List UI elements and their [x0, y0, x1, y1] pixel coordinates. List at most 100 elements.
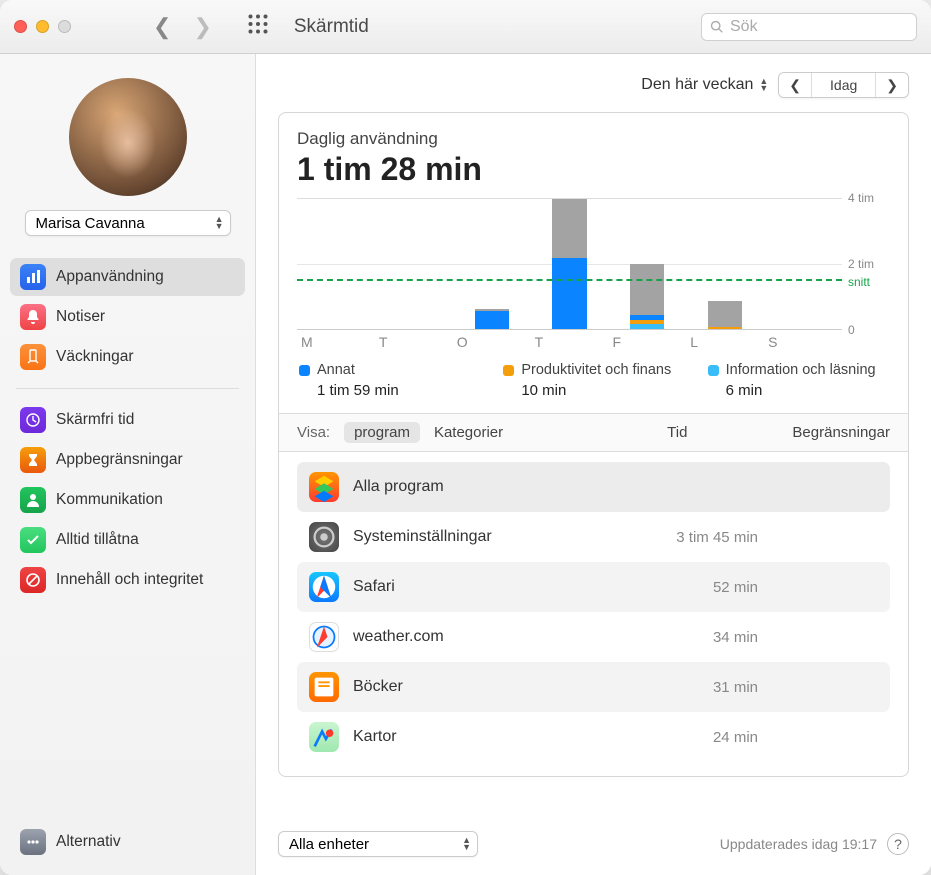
sidebar-item-allowed[interactable]: Alltid tillåtna	[10, 521, 245, 559]
sidebar-label: Kommunikation	[56, 491, 163, 509]
legend-item: Produktivitet och finans 10 min	[503, 362, 683, 399]
sidebar-item-content[interactable]: Innehåll och integritet	[10, 561, 245, 599]
app-time: 24 min	[713, 729, 758, 746]
app-row[interactable]: Alla program	[297, 462, 890, 512]
app-time: 34 min	[713, 629, 758, 646]
app-icon	[309, 522, 339, 552]
app-icon	[309, 622, 339, 652]
filter-limits-col: Begränsningar	[792, 424, 890, 441]
chart-bar[interactable]	[531, 199, 609, 329]
x-tick-label: F	[608, 334, 686, 350]
devices-select[interactable]: Alla enheter ▲▼	[278, 831, 478, 857]
today-button[interactable]: Idag	[811, 73, 875, 97]
x-tick-label: O	[453, 334, 531, 350]
legend-label: Annat	[317, 362, 355, 378]
app-row[interactable]: Böcker 31 min	[297, 662, 890, 712]
chart-bar[interactable]	[375, 199, 453, 329]
ellipsis-icon	[20, 829, 46, 855]
sidebar-label: Skärmfri tid	[56, 411, 134, 429]
app-row[interactable]: Systeminställningar3 tim 45 min	[297, 512, 890, 562]
search-placeholder: Sök	[730, 18, 758, 36]
filter-time-col: Tid	[667, 424, 687, 441]
filter-categories-tab[interactable]: Kategorier	[434, 424, 503, 441]
chevron-up-down-icon: ▲▼	[215, 216, 224, 230]
sidebar-item-notifications[interactable]: Notiser	[10, 298, 245, 336]
app-row[interactable]: Kartor 24 min	[297, 712, 890, 762]
app-name: Systeminställningar	[353, 528, 492, 546]
devices-label: Alla enheter	[289, 836, 369, 853]
x-tick-label: S	[764, 334, 842, 350]
chart-bar[interactable]	[686, 199, 764, 329]
sidebar-item-pickups[interactable]: Väckningar	[10, 338, 245, 376]
next-button[interactable]: ❯	[875, 73, 908, 97]
sidebar-label: Notiser	[56, 308, 105, 326]
sidebar-label: Alltid tillåtna	[56, 531, 139, 549]
sidebar-item-downtime[interactable]: Skärmfri tid	[10, 401, 245, 439]
app-time: 31 min	[713, 679, 758, 696]
nav-arrows: ❮ ❯	[153, 14, 212, 40]
app-name: Kartor	[353, 728, 397, 746]
app-row[interactable]: Safari52 min	[297, 562, 890, 612]
fullscreen-window-button[interactable]	[58, 20, 71, 33]
user-avatar[interactable]	[69, 78, 187, 196]
pickups-icon	[20, 344, 46, 370]
app-list: Alla programSysteminställningar3 tim 45 …	[279, 452, 908, 776]
sidebar-label: Innehåll och integritet	[56, 571, 203, 589]
person-icon	[20, 487, 46, 513]
usage-panel: Daglig användning 1 tim 28 min 4 tim2 ti…	[278, 112, 909, 777]
period-select[interactable]: Den här veckan ▲▼	[641, 76, 768, 94]
usage-title: Daglig användning	[297, 129, 890, 149]
x-tick-label: T	[531, 334, 609, 350]
legend-time: 1 tim 59 min	[299, 382, 479, 399]
app-name: Böcker	[353, 678, 403, 696]
usage-chart: 4 tim2 tim0snitt	[297, 198, 890, 330]
sidebar-item-app-usage[interactable]: Appanvändning	[10, 258, 245, 296]
show-all-icon[interactable]	[248, 14, 268, 39]
titlebar: ❮ ❯ Skärmtid Sök	[0, 0, 931, 54]
forward-button[interactable]: ❯	[193, 14, 211, 40]
sidebar-item-app-limits[interactable]: Appbegränsningar	[10, 441, 245, 479]
legend-label: Produktivitet och finans	[521, 362, 671, 378]
period-label: Den här veckan	[641, 76, 753, 94]
chart-bar[interactable]	[608, 199, 686, 329]
legend-time: 10 min	[503, 382, 683, 399]
user-select[interactable]: Marisa Cavanna ▲▼	[25, 210, 231, 236]
filter-program-tab[interactable]: program	[344, 422, 420, 443]
x-tick-label: T	[375, 334, 453, 350]
legend-swatch	[708, 365, 719, 376]
legend-time: 6 min	[708, 382, 888, 399]
updated-text: Uppdaterades idag 19:17	[720, 836, 877, 852]
chart-bar[interactable]	[764, 199, 842, 329]
help-button[interactable]: ?	[887, 833, 909, 855]
hourglass-icon	[20, 447, 46, 473]
legend-item: Information och läsning6 min	[708, 362, 888, 399]
user-name: Marisa Cavanna	[36, 215, 145, 232]
x-tick-label: L	[686, 334, 764, 350]
app-name: Safari	[353, 578, 395, 596]
sidebar-item-options[interactable]: Alternativ	[10, 823, 245, 861]
legend-swatch	[503, 365, 514, 376]
app-icon	[309, 472, 339, 502]
legend-swatch	[299, 365, 310, 376]
back-button[interactable]: ❮	[153, 14, 171, 40]
chevron-up-down-icon: ▲▼	[759, 78, 768, 92]
close-window-button[interactable]	[14, 20, 27, 33]
legend-item: Annat 1 tim 59 min	[299, 362, 479, 399]
prev-button[interactable]: ❮	[779, 73, 811, 97]
sidebar-label: Appbegränsningar	[56, 451, 183, 469]
app-name: weather.com	[353, 628, 444, 646]
traffic-lights	[14, 20, 71, 33]
chart-bar[interactable]	[297, 199, 375, 329]
search-input[interactable]: Sök	[701, 13, 917, 41]
app-row[interactable]: weather.com 34 min	[297, 612, 890, 662]
clock-icon	[20, 407, 46, 433]
chart-bar[interactable]	[453, 199, 531, 329]
sidebar-item-communication[interactable]: Kommunikation	[10, 481, 245, 519]
sidebar-label: Appanvändning	[56, 268, 164, 286]
chart-icon	[20, 264, 46, 290]
chevron-up-down-icon: ▲▼	[462, 837, 471, 851]
bell-icon	[20, 304, 46, 330]
sidebar-separator	[16, 388, 239, 389]
minimize-window-button[interactable]	[36, 20, 49, 33]
sidebar-label: Väckningar	[56, 348, 134, 366]
